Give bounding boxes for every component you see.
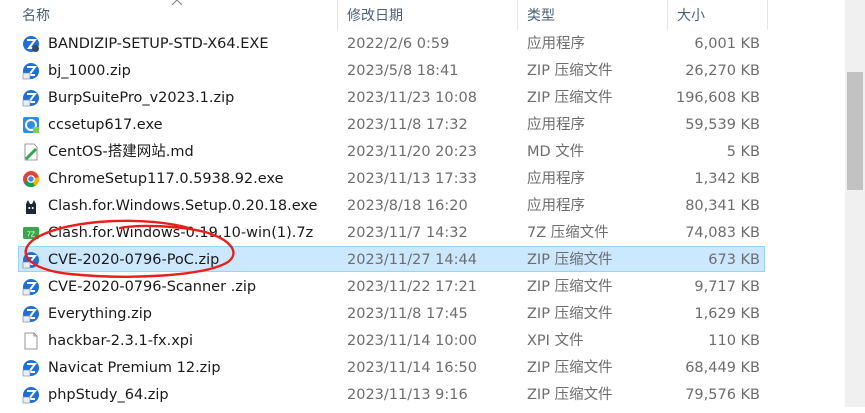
file-name: Clash.for.Windows.Setup.0.20.18.exe [48,198,318,214]
file-modified-date: 2023/11/23 10:08 [347,90,477,106]
7z-archive-icon: 7Z [22,224,40,242]
zip-archive-icon [22,359,40,377]
zip-archive-icon [22,89,40,107]
file-modified-date: 2022/2/6 0:59 [347,36,450,52]
file-row[interactable]: hackbar-2.3.1-fx.xpi 2023/11/14 10:00 XPI … [18,327,765,353]
file-modified-date: 2023/11/27 14:44 [347,252,477,268]
file-type: ZIP 压缩文件 [527,90,613,106]
file-type: XPI 文件 [527,333,584,349]
file-type: ZIP 压缩文件 [527,279,613,295]
file-modified-date: 2023/11/14 16:50 [347,360,477,376]
file-row[interactable]: Clash.for.Windows.Setup.0.20.18.exe 2023/… [18,192,765,218]
column-header-bar: 名称 修改日期 类型 大小 [0,0,845,30]
file-type: ZIP 压缩文件 [527,252,613,268]
column-divider[interactable] [517,0,518,30]
file-name: Clash.for.Windows-0.19.10-win(1).7z [48,225,314,241]
file-modified-date: 2023/11/7 14:32 [347,225,468,241]
file-type: ZIP 压缩文件 [527,387,613,403]
file-modified-date: 2023/8/18 16:20 [347,198,468,214]
file-row[interactable]: ccsetup617.exe 2023/11/8 17:32 应用程序 59,539 … [18,111,765,137]
file-name: ccsetup617.exe [48,117,163,133]
file-name: CentOS-搭建网站.md [48,144,194,160]
file-name: Navicat Premium 12.zip [48,360,221,376]
file-list: BANDIZIP-SETUP-STD-X64.EXE 2022/2/6 0:59 应… [0,30,845,407]
markdown-file-icon [22,143,40,161]
file-modified-date: 2023/11/13 17:33 [347,171,477,187]
zip-archive-icon [22,62,40,80]
file-row[interactable]: Navicat Premium 12.zip 2023/11/14 16:50 ZI… [18,354,765,380]
file-row[interactable]: CentOS-搭建网站.md 2023/11/20 20:23 MD 文件 5 KB [18,138,765,164]
zip-archive-icon [22,251,40,269]
file-modified-date: 2023/5/8 18:41 [347,63,459,79]
zip-archive-icon [22,386,40,404]
file-size: 1,342 KB [694,171,760,187]
file-name: ChromeSetup117.0.5938.92.exe [48,171,284,187]
blank-file-icon [22,332,40,350]
file-size: 80,341 KB [685,198,760,214]
column-divider[interactable] [667,0,668,30]
file-row[interactable]: CVE-2020-0796-PoC.zip 2023/11/27 14:44 ZIP… [18,246,765,272]
ccleaner-installer-icon [22,116,40,134]
file-name: phpStudy_64.zip [48,387,169,403]
file-row[interactable]: CVE-2020-0796-Scanner .zip 2023/11/22 17:… [18,273,765,299]
file-modified-date: 2023/11/13 9:16 [347,387,468,403]
file-modified-date: 2023/11/22 17:21 [347,279,477,295]
file-size: 68,449 KB [685,360,760,376]
column-divider[interactable] [767,0,768,30]
file-name: hackbar-2.3.1-fx.xpi [48,333,194,349]
header-size[interactable]: 大小 [677,0,705,30]
bandizip-installer-icon [22,35,40,53]
file-size: 26,270 KB [685,63,760,79]
file-row[interactable]: bj_1000.zip 2023/5/8 18:41 ZIP 压缩文件 26,270 … [18,57,765,83]
file-size: 59,539 KB [685,117,760,133]
file-modified-date: 2023/11/14 10:00 [347,333,477,349]
file-size: 79,576 KB [685,387,760,403]
file-name: Everything.zip [48,306,152,322]
file-size: 110 KB [708,333,760,349]
file-name: CVE-2020-0796-Scanner .zip [48,279,257,295]
file-name: BANDIZIP-SETUP-STD-X64.EXE [48,36,269,52]
file-size: 196,608 KB [675,90,760,106]
column-divider[interactable] [337,0,338,30]
header-name[interactable]: 名称 [22,0,50,30]
zip-archive-icon [22,278,40,296]
file-type: 应用程序 [527,198,585,214]
scrollbar-thumb[interactable] [847,72,863,190]
file-row[interactable]: ChromeSetup117.0.5938.92.exe 2023/11/13 1… [18,165,765,191]
file-size: 673 KB [708,252,760,268]
file-size: 1,629 KB [694,306,760,322]
file-size: 5 KB [726,144,760,160]
clash-cat-icon [22,197,40,215]
sort-ascending-icon [171,0,183,6]
header-modified[interactable]: 修改日期 [347,0,403,30]
file-size: 9,717 KB [694,279,760,295]
file-row[interactable]: BANDIZIP-SETUP-STD-X64.EXE 2022/2/6 0:59 应… [18,30,765,56]
file-name: CVE-2020-0796-PoC.zip [48,252,220,268]
file-type: 应用程序 [527,36,585,52]
file-type: MD 文件 [527,144,585,160]
file-row[interactable]: phpStudy_64.zip 2023/11/13 9:16 ZIP 压缩文件 79… [18,381,765,407]
file-name: BurpSuitePro_v2023.1.zip [48,90,235,106]
header-type[interactable]: 类型 [527,0,555,30]
file-type: ZIP 压缩文件 [527,306,613,322]
file-name: bj_1000.zip [48,63,131,79]
svg-text:7Z: 7Z [27,232,36,239]
file-row[interactable]: Everything.zip 2023/11/8 17:45 ZIP 压缩文件 1,6… [18,300,765,326]
file-type: ZIP 压缩文件 [527,360,613,376]
file-row[interactable]: BurpSuitePro_v2023.1.zip 2023/11/23 10:08… [18,84,765,110]
file-type: 应用程序 [527,171,585,187]
file-modified-date: 2023/11/8 17:32 [347,117,468,133]
zip-archive-icon [22,305,40,323]
file-row[interactable]: 7Z Clash.for.Windows-0.19.10-win(1).7z 202… [18,219,765,245]
file-size: 6,001 KB [694,36,760,52]
chrome-installer-icon [22,170,40,188]
file-type: 应用程序 [527,117,585,133]
file-size: 74,083 KB [685,225,760,241]
file-type: ZIP 压缩文件 [527,63,613,79]
file-modified-date: 2023/11/20 20:23 [347,144,477,160]
file-modified-date: 2023/11/8 17:45 [347,306,468,322]
vertical-scrollbar[interactable] [845,0,865,407]
file-type: 7Z 压缩文件 [527,225,609,241]
